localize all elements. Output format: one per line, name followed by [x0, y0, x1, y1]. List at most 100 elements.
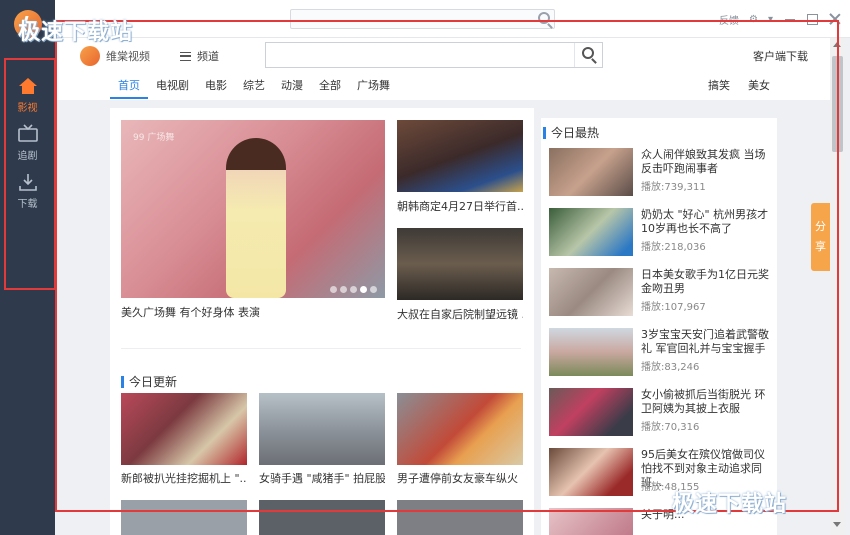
sidebar: 影视 追剧 下载 — [0, 0, 55, 535]
window-controls: 反馈 ⚙ ▾ — [719, 9, 842, 29]
video-caption[interactable]: 大叔在自家后院制望远镜 ... — [397, 306, 523, 322]
sidebar-item-download[interactable]: 下载 — [0, 166, 55, 218]
tab-anime[interactable]: 动漫 — [273, 77, 311, 99]
carousel-dot[interactable] — [360, 286, 367, 293]
video-thumbnail[interactable] — [549, 268, 633, 316]
divider — [121, 348, 521, 349]
brand-name: 维棠视频 — [106, 50, 150, 63]
feedback-link[interactable]: 反馈 — [719, 12, 739, 27]
sidebar-item-label: 追剧 — [17, 151, 38, 162]
download-icon — [17, 172, 39, 192]
video-thumbnail[interactable] — [259, 393, 385, 465]
search-icon — [538, 12, 550, 24]
section-title-today-update: 今日更新 — [121, 373, 177, 390]
video-caption[interactable]: 女骑手遇 "咸猪手" 拍屁股 — [259, 470, 385, 486]
tab-tv[interactable]: 电视剧 — [148, 77, 197, 99]
carousel-dot[interactable] — [340, 286, 347, 293]
sidebar-item-series[interactable]: 追剧 — [0, 118, 55, 170]
list-item[interactable]: 日本美女歌手为1亿日元奖金吻丑男 播放:107,967 — [549, 268, 771, 318]
tab-funny[interactable]: 搞笑 — [708, 77, 730, 93]
video-thumbnail[interactable] — [549, 508, 633, 535]
scrollbar[interactable] — [830, 38, 845, 535]
close-button[interactable] — [828, 12, 842, 26]
main-panel: 99 广场舞 美久广场舞 有个好身体 表演 朝韩商定4月27日举行首... 大叔… — [110, 108, 534, 535]
home-icon — [17, 76, 39, 96]
scroll-down-icon[interactable] — [833, 522, 841, 527]
hero-thumbnail[interactable]: 99 广场舞 — [121, 120, 385, 298]
video-caption[interactable]: 男子遭停前女友豪车纵火 — [397, 470, 523, 486]
video-caption[interactable]: 朝韩商定4月27日举行首... — [397, 198, 523, 214]
title-search-input[interactable] — [290, 9, 555, 29]
minimize-button[interactable] — [783, 12, 797, 26]
video-thumbnail[interactable] — [549, 388, 633, 436]
carousel-dot[interactable] — [370, 286, 377, 293]
scroll-up-icon[interactable] — [833, 42, 841, 47]
watermark-bottom: 极速下载站 — [672, 492, 788, 517]
tab-square-dance[interactable]: 广场舞 — [349, 77, 398, 99]
play-count: 播放:107,967 — [641, 302, 706, 313]
video-thumbnail[interactable] — [397, 120, 523, 192]
section-title-text: 今日更新 — [129, 375, 178, 389]
video-thumbnail[interactable] — [549, 448, 633, 496]
tab-beauty[interactable]: 美女 — [748, 77, 770, 93]
item-title[interactable]: 3岁宝宝天安门追着武警敬礼 军官回礼并与宝宝握手 — [641, 328, 771, 356]
tab-all[interactable]: 全部 — [311, 77, 349, 99]
item-title[interactable]: 奶奶太 "好心" 杭州男孩才10岁再也长不高了 — [641, 208, 771, 236]
settings-icon[interactable]: ⚙ — [749, 14, 758, 25]
sidebar-item-label: 影视 — [17, 103, 38, 114]
item-title[interactable]: 日本美女歌手为1亿日元奖金吻丑男 — [641, 268, 771, 296]
scroll-thumb[interactable] — [832, 56, 843, 152]
list-item[interactable]: 众人闹伴娘致其发疯 当场反击吓跑闹事者 播放:739,311 — [549, 148, 771, 198]
brand-logo-icon — [80, 46, 100, 66]
sidebar-item-movies[interactable]: 影视 — [0, 70, 55, 122]
tab-movie[interactable]: 电影 — [197, 77, 235, 99]
video-thumbnail[interactable] — [549, 208, 633, 256]
client-download-link[interactable]: 客户端下载 — [753, 48, 808, 64]
video-thumbnail[interactable] — [397, 500, 523, 535]
search-button[interactable] — [574, 43, 602, 67]
play-count: 播放:218,036 — [641, 242, 706, 253]
carousel-dots — [330, 286, 377, 293]
dropdown-icon[interactable]: ▾ — [768, 14, 773, 25]
play-count: 播放:83,246 — [641, 362, 700, 373]
maximize-button[interactable] — [807, 13, 818, 25]
video-thumbnail[interactable] — [549, 328, 633, 376]
video-thumbnail[interactable] — [397, 228, 523, 300]
nav-right: 搞笑 美女 — [708, 77, 770, 93]
video-caption[interactable]: 新郎被扒光挂挖掘机上 "... — [121, 470, 247, 486]
share-button[interactable]: 分享 — [811, 203, 830, 271]
play-count: 播放:70,316 — [641, 422, 700, 433]
carousel-dot[interactable] — [330, 286, 337, 293]
today-hot-panel: 今日最热 众人闹伴娘致其发疯 当场反击吓跑闹事者 播放:739,311 奶奶太 … — [541, 118, 777, 535]
nav-tabs: 首页 电视剧 电影 综艺 动漫 全部 广场舞 — [110, 77, 398, 99]
video-thumbnail[interactable] — [121, 393, 247, 465]
section-title-today-hot: 今日最热 — [543, 124, 599, 141]
sidebar-item-label: 下载 — [17, 199, 38, 210]
watermark-top: 极速下载站 — [18, 20, 134, 45]
video-thumbnail[interactable] — [397, 393, 523, 465]
brand[interactable]: 维棠视频 — [80, 46, 150, 66]
menu-icon — [180, 51, 191, 61]
search-input[interactable] — [266, 43, 576, 67]
hero-caption[interactable]: 美久广场舞 有个好身体 表演 — [121, 304, 260, 320]
tv-icon — [17, 124, 39, 144]
site-header: 维棠视频 频道 客户端下载 首页 电视剧 电影 综艺 动漫 全部 广场舞 搞笑 … — [55, 38, 830, 100]
tab-home[interactable]: 首页 — [110, 77, 148, 99]
tab-variety[interactable]: 综艺 — [235, 77, 273, 99]
hero-watermark: 99 广场舞 — [133, 133, 175, 143]
site-search — [265, 42, 603, 68]
video-thumbnail[interactable] — [549, 148, 633, 196]
video-thumbnail[interactable] — [259, 500, 385, 535]
hero-figure — [226, 138, 286, 298]
item-title[interactable]: 众人闹伴娘致其发疯 当场反击吓跑闹事者 — [641, 148, 771, 176]
list-item[interactable]: 奶奶太 "好心" 杭州男孩才10岁再也长不高了 播放:218,036 — [549, 208, 771, 258]
channel-label: 频道 — [197, 50, 219, 63]
video-thumbnail[interactable] — [121, 500, 247, 535]
channel-menu[interactable]: 频道 — [180, 48, 219, 64]
list-item[interactable]: 3岁宝宝天安门追着武警敬礼 军官回礼并与宝宝握手 播放:83,246 — [549, 328, 771, 378]
list-item[interactable]: 女小偷被抓后当街脱光 环卫阿姨为其披上衣服 播放:70,316 — [549, 388, 771, 438]
carousel-dot[interactable] — [350, 286, 357, 293]
section-title-text: 今日最热 — [551, 126, 600, 140]
window-titlebar: 反馈 ⚙ ▾ — [55, 0, 850, 38]
item-title[interactable]: 女小偷被抓后当街脱光 环卫阿姨为其披上衣服 — [641, 388, 771, 416]
